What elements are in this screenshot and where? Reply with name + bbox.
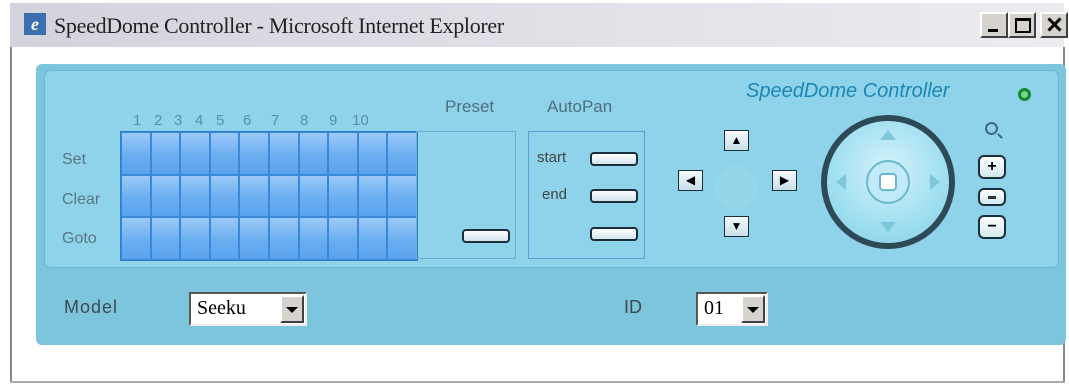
arrow-up-icon: ▲ <box>730 133 743 147</box>
set-preset-10-button[interactable] <box>387 132 417 175</box>
row-label-set: Set <box>62 151 87 168</box>
svg-text:e: e <box>31 14 39 34</box>
preset-grid <box>120 131 418 261</box>
preset-number: 9 <box>329 112 338 129</box>
minimize-button[interactable] <box>980 12 1008 38</box>
preset-number: 4 <box>195 112 204 129</box>
joystick-right-icon[interactable] <box>930 174 940 190</box>
model-label: Model <box>64 297 119 317</box>
zoom-out-button[interactable]: − <box>978 215 1006 239</box>
stop-icon <box>879 173 897 191</box>
clear-preset-10-button[interactable] <box>387 174 417 218</box>
window-border-left <box>10 47 12 382</box>
set-preset-6-button[interactable] <box>269 132 299 175</box>
internet-explorer-icon: e <box>24 13 46 35</box>
autopan-start-button[interactable] <box>590 152 638 166</box>
window-titlebar: e SpeedDome Controller - Microsoft Inter… <box>10 3 1068 47</box>
autopan-run-button[interactable] <box>590 227 638 241</box>
autopan-header: AutoPan <box>547 97 613 116</box>
clear-preset-6-button[interactable] <box>269 174 299 218</box>
preset-number: 6 <box>243 112 252 129</box>
id-select[interactable]: 01 <box>696 292 768 326</box>
set-preset-9-button[interactable] <box>357 132 388 175</box>
zoom-stop-button[interactable] <box>978 188 1006 206</box>
preset-header: Preset <box>445 97 495 116</box>
clear-preset-1-button[interactable] <box>121 174 151 218</box>
tilt-down-button[interactable]: ▼ <box>724 216 749 237</box>
clear-preset-5-button[interactable] <box>239 174 269 218</box>
autopan-start-label: start <box>537 149 567 166</box>
joystick-left-icon[interactable] <box>836 174 846 190</box>
clear-preset-4-button[interactable] <box>209 174 240 218</box>
clear-preset-2-button[interactable] <box>150 174 181 218</box>
set-preset-8-button[interactable] <box>328 132 358 175</box>
preset-number: 7 <box>271 112 280 129</box>
zoom-in-button[interactable]: + <box>978 155 1006 179</box>
chevron-down-icon[interactable] <box>741 295 765 323</box>
brand-title: SpeedDome Controller <box>746 80 950 102</box>
preset-number: 2 <box>154 112 163 129</box>
joystick-up-icon[interactable] <box>880 130 896 140</box>
chevron-down-icon[interactable] <box>280 295 304 323</box>
magnifier-icon <box>985 122 998 135</box>
id-label: ID <box>624 297 642 317</box>
set-preset-2-button[interactable] <box>150 132 181 175</box>
status-indicator-icon <box>1018 88 1031 101</box>
joystick-down-icon[interactable] <box>880 222 896 232</box>
preset-go-button[interactable] <box>462 229 510 243</box>
row-label-clear: Clear <box>62 191 101 208</box>
goto-preset-10-button[interactable] <box>387 217 417 260</box>
autopan-end-button[interactable] <box>590 189 638 203</box>
preset-number: 8 <box>300 112 309 129</box>
goto-preset-6-button[interactable] <box>269 217 299 260</box>
clear-preset-8-button[interactable] <box>328 174 358 218</box>
close-button[interactable] <box>1040 12 1068 38</box>
preset-number: 5 <box>216 112 225 129</box>
pan-left-button[interactable]: ◀ <box>678 170 703 191</box>
arrow-down-icon: ▼ <box>730 219 743 233</box>
clear-preset-3-button[interactable] <box>180 174 210 218</box>
model-select[interactable]: Seeku <box>189 292 307 326</box>
tilt-up-button[interactable]: ▲ <box>724 130 749 151</box>
preset-number: 1 <box>133 112 142 129</box>
arrow-right-icon: ▶ <box>779 173 790 187</box>
preset-number: 10 <box>352 112 369 129</box>
set-preset-4-button[interactable] <box>209 132 240 175</box>
set-preset-3-button[interactable] <box>180 132 210 175</box>
pan-pad-center <box>714 166 758 210</box>
clear-preset-7-button[interactable] <box>298 174 329 218</box>
set-preset-7-button[interactable] <box>298 132 329 175</box>
goto-preset-7-button[interactable] <box>298 217 329 260</box>
goto-preset-9-button[interactable] <box>357 217 388 260</box>
pan-right-button[interactable]: ▶ <box>772 170 797 191</box>
autopan-end-label: end <box>542 186 568 203</box>
set-preset-1-button[interactable] <box>121 132 151 175</box>
row-label-goto: Goto <box>62 230 97 247</box>
maximize-button[interactable] <box>1008 12 1036 38</box>
goto-preset-2-button[interactable] <box>150 217 181 260</box>
clear-preset-9-button[interactable] <box>357 174 388 218</box>
window-title: SpeedDome Controller - Microsoft Interne… <box>54 13 504 38</box>
goto-preset-4-button[interactable] <box>209 217 240 260</box>
model-select-value: Seeku <box>197 297 246 319</box>
id-select-value: 01 <box>704 297 724 319</box>
goto-preset-5-button[interactable] <box>239 217 269 260</box>
goto-preset-1-button[interactable] <box>121 217 151 260</box>
preset-number: 3 <box>174 112 183 129</box>
goto-preset-8-button[interactable] <box>328 217 358 260</box>
arrow-left-icon: ◀ <box>685 173 696 187</box>
goto-preset-3-button[interactable] <box>180 217 210 260</box>
set-preset-5-button[interactable] <box>239 132 269 175</box>
window-border-bottom <box>10 381 1065 383</box>
